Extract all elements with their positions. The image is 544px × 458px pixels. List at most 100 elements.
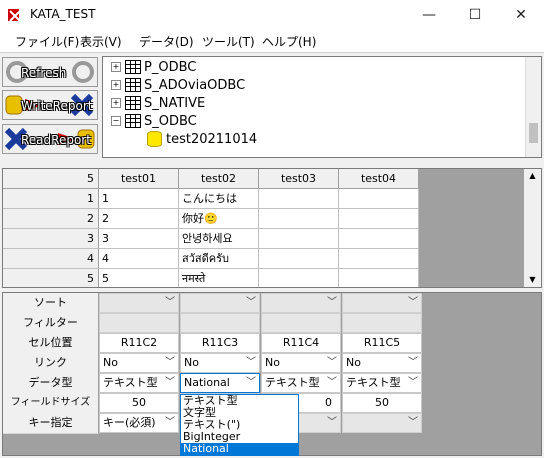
scroll-down-icon[interactable]: ▼ xyxy=(524,273,541,287)
read-report-label: ReadReport xyxy=(21,133,91,147)
column-header[interactable]: test04 xyxy=(339,169,419,189)
row-header[interactable]: 1 xyxy=(3,189,99,209)
sort-select[interactable]: ﹀ xyxy=(99,293,179,313)
grid-cell[interactable]: नमस्ते xyxy=(179,269,259,287)
grid-cell[interactable]: สวัสดีครับ xyxy=(179,249,259,269)
column-header[interactable]: test01 xyxy=(99,169,179,189)
tree-node-test20211014[interactable]: test20211014 xyxy=(147,130,257,148)
column-header[interactable]: test03 xyxy=(259,169,339,189)
read-report-button[interactable]: ReadReport xyxy=(2,124,98,154)
grid-cell[interactable] xyxy=(259,209,339,229)
chevron-down-icon: ﹀ xyxy=(165,417,175,428)
grid-cell[interactable]: 5 xyxy=(99,269,179,287)
cell-position-value[interactable]: R11C3 xyxy=(180,333,260,353)
data-type-select[interactable]: テキスト型 ﹀ xyxy=(261,373,341,393)
link-value: No xyxy=(103,356,118,369)
label-filter: フィルター xyxy=(3,313,99,334)
data-type-select[interactable]: National ﹀ xyxy=(180,373,260,393)
grid-cell[interactable]: 2 xyxy=(99,209,179,229)
chevron-down-icon: ﹀ xyxy=(408,357,418,368)
grid-cell[interactable] xyxy=(339,209,419,229)
link-select[interactable]: No ﹀ xyxy=(261,353,341,373)
expand-icon[interactable]: + xyxy=(111,62,121,72)
minimize-button[interactable]: — xyxy=(406,0,452,30)
grid-cell[interactable] xyxy=(339,249,419,269)
tree-node-s-native[interactable]: + S_NATIVE xyxy=(111,94,205,112)
menu-data[interactable]: データ(D) xyxy=(139,33,194,50)
chevron-down-icon: ﹀ xyxy=(327,377,337,388)
filter-input[interactable] xyxy=(261,313,341,333)
data-type-select[interactable]: テキスト型 ﹀ xyxy=(99,373,179,393)
expand-icon[interactable]: + xyxy=(111,80,121,90)
menu-help[interactable]: ヘルプ(H) xyxy=(262,33,316,50)
data-type-dropdown-list[interactable]: テキスト型 文字型 テキスト(") BigInteger National xyxy=(180,394,299,456)
cell-position-value[interactable]: R11C5 xyxy=(342,333,422,353)
tree-node-s-adoviaodbc[interactable]: + S_ADOviaODBC xyxy=(111,76,245,94)
menu-view[interactable]: 表示(V) xyxy=(80,33,122,50)
row-header[interactable]: 2 xyxy=(3,209,99,229)
tree-node-s-odbc[interactable]: − S_ODBC xyxy=(111,112,197,130)
grid-cell[interactable] xyxy=(339,269,419,287)
filter-input[interactable] xyxy=(342,313,422,333)
connection-tree[interactable]: + P_ODBC + S_ADOviaODBC + S_NATIVE − S_O… xyxy=(102,56,542,158)
filter-input[interactable] xyxy=(99,313,179,333)
sort-select[interactable]: ﹀ xyxy=(342,293,422,313)
tree-node-label: S_ODBC xyxy=(144,113,197,129)
column-header[interactable]: test02 xyxy=(179,169,259,189)
refresh-button[interactable]: Refresh xyxy=(2,57,98,87)
key-select[interactable]: ﹀ xyxy=(342,413,422,433)
expand-icon[interactable]: + xyxy=(111,98,121,108)
link-select[interactable]: No ﹀ xyxy=(342,353,422,373)
field-size-input[interactable]: 50 xyxy=(342,393,422,413)
table-icon xyxy=(125,78,141,92)
close-icon: ✕ xyxy=(515,7,527,23)
row-header[interactable]: 4 xyxy=(3,249,99,269)
tree-scroll-thumb[interactable] xyxy=(529,123,538,143)
link-select[interactable]: No ﹀ xyxy=(180,353,260,373)
tree-scrollbar[interactable] xyxy=(525,57,541,157)
grid-cell[interactable] xyxy=(339,189,419,209)
field-size-input[interactable]: 50 xyxy=(99,393,179,413)
close-button[interactable]: ✕ xyxy=(498,0,544,30)
label-sort: ソート xyxy=(3,293,99,314)
grid-cell[interactable] xyxy=(259,229,339,249)
tree-node-label: S_ADOviaODBC xyxy=(144,77,246,93)
grid-cell[interactable]: 你好🙂 xyxy=(179,209,259,229)
grid-cell[interactable]: 안녕하세요 xyxy=(179,229,259,249)
dropdown-option-selected[interactable]: National xyxy=(181,443,298,455)
tree-node-label: P_ODBC xyxy=(144,59,197,75)
collapse-icon[interactable]: − xyxy=(111,116,121,126)
grid-cell[interactable]: 1 xyxy=(99,189,179,209)
filter-input[interactable] xyxy=(180,313,260,333)
tree-node-p-odbc[interactable]: + P_ODBC xyxy=(111,58,196,76)
tree-node-label: S_NATIVE xyxy=(144,95,206,111)
grid-cell[interactable]: 3 xyxy=(99,229,179,249)
grid-cell[interactable] xyxy=(259,249,339,269)
grid-cell[interactable]: こんにちは xyxy=(179,189,259,209)
sort-select[interactable]: ﹀ xyxy=(180,293,260,313)
row-header[interactable]: 3 xyxy=(3,229,99,249)
data-type-value: テキスト型 xyxy=(265,376,320,389)
grid-cell[interactable] xyxy=(259,189,339,209)
key-select[interactable]: キー(必須) ﹀ xyxy=(99,413,179,433)
grid-cell[interactable] xyxy=(259,269,339,287)
menu-tools[interactable]: ツール(T) xyxy=(202,33,255,50)
label-link: リンク xyxy=(3,353,99,374)
cell-position-value[interactable]: R11C4 xyxy=(261,333,341,353)
menu-file[interactable]: ファイル(F) xyxy=(15,33,79,50)
row-header[interactable]: 5 xyxy=(3,269,99,287)
grid-cell[interactable] xyxy=(339,229,419,249)
write-report-button[interactable]: WriteReport xyxy=(2,90,98,120)
grid-cell[interactable]: 4 xyxy=(99,249,179,269)
data-type-value: テキスト型 xyxy=(103,376,158,389)
chevron-down-icon: ﹀ xyxy=(408,297,418,308)
sort-select[interactable]: ﹀ xyxy=(261,293,341,313)
chevron-down-icon: ﹀ xyxy=(408,377,418,388)
data-grid[interactable]: 5 test01 test02 test03 test04 1 1 こんにちは … xyxy=(2,168,542,288)
data-type-select[interactable]: テキスト型 ﹀ xyxy=(342,373,422,393)
link-select[interactable]: No ﹀ xyxy=(99,353,179,373)
scroll-up-icon[interactable]: ▲ xyxy=(524,169,541,183)
maximize-button[interactable]: ☐ xyxy=(452,0,498,30)
grid-scrollbar[interactable]: ▲ ▼ xyxy=(524,169,541,287)
cell-position-value[interactable]: R11C2 xyxy=(99,333,179,353)
